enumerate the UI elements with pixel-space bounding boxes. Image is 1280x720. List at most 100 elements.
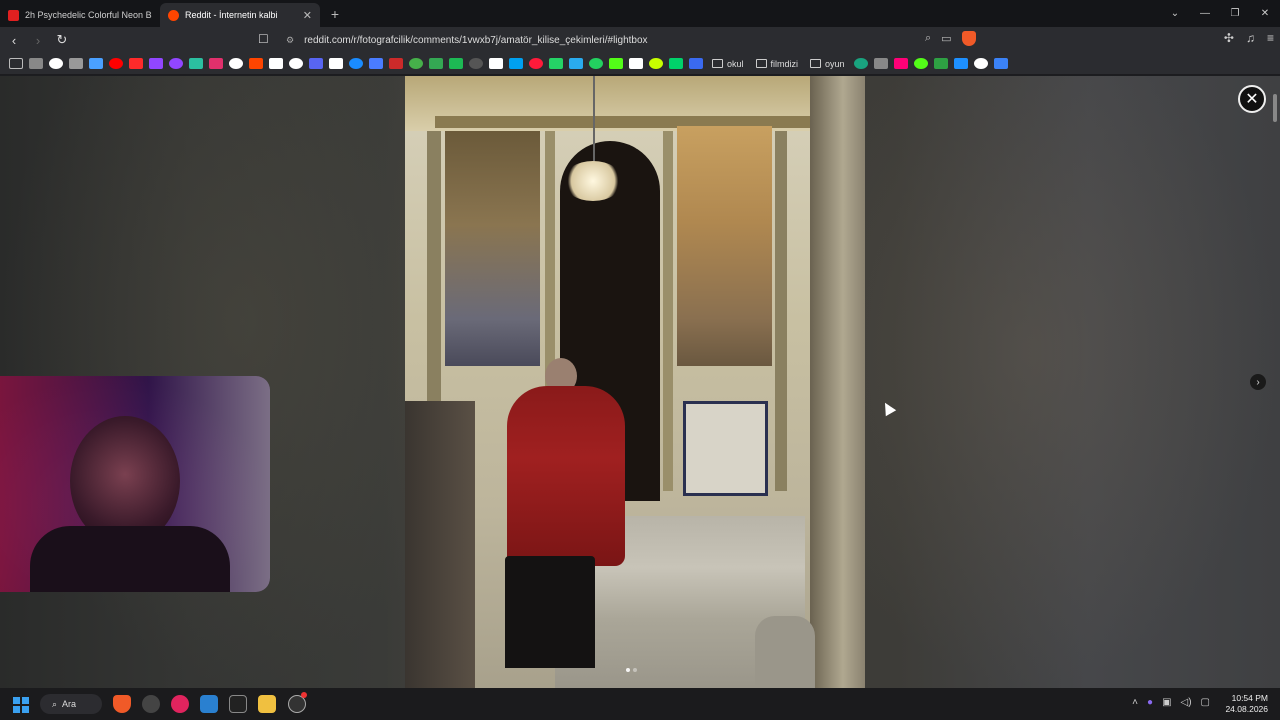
minimize-button[interactable]: —: [1190, 0, 1220, 27]
bookmark-icon[interactable]: [529, 58, 543, 69]
lightbox: ✕ ›: [0, 76, 1280, 688]
folder-icon: [810, 59, 822, 68]
bookmark-icon[interactable]: [169, 58, 183, 69]
clock[interactable]: 10:54 PM 24.08.2026: [1225, 693, 1268, 715]
app-icon[interactable]: [229, 695, 247, 713]
url-text: reddit.com/r/fotografcilik/comments/1vwx…: [304, 34, 648, 46]
bookmark-icon[interactable]: [49, 58, 63, 69]
cast-icon[interactable]: ▭: [941, 32, 951, 45]
tab-close-icon[interactable]: ✕: [303, 9, 312, 22]
photos-icon[interactable]: [200, 695, 218, 713]
bookmark-icon[interactable]: [873, 58, 888, 69]
file-explorer-icon[interactable]: [258, 695, 276, 713]
bookmark-icon[interactable]: [953, 58, 968, 69]
bookmark-folder-oyun[interactable]: oyun: [810, 59, 845, 69]
bookmark-icon[interactable]: [489, 58, 503, 69]
brave-shields-icon[interactable]: [961, 31, 976, 46]
bookmark-icon[interactable]: [649, 58, 663, 69]
folder-icon: [755, 59, 767, 68]
bookmark-icon[interactable]: [289, 58, 303, 69]
bookmark-icon[interactable]: [309, 58, 323, 69]
volume-icon[interactable]: ◁): [1181, 697, 1192, 708]
bookmark-icon[interactable]: [29, 58, 43, 69]
bookmark-icon[interactable]: [933, 58, 948, 69]
tray-chevron-icon[interactable]: ˄: [1132, 697, 1138, 708]
app-icon[interactable]: [142, 695, 160, 713]
scrollbar-thumb[interactable]: [1273, 94, 1277, 122]
zoom-icon[interactable]: ⌕: [925, 32, 931, 45]
tab-title: Reddit - İnternetin kalbi: [185, 10, 278, 20]
tab-reddit[interactable]: Reddit - İnternetin kalbi ✕: [160, 3, 320, 27]
media-player-icon[interactable]: [171, 695, 189, 713]
bookmark-icon[interactable]: [89, 58, 103, 69]
bookmark-folder-label: oyun: [825, 58, 845, 69]
bookmark-icon[interactable]: [109, 58, 123, 69]
bookmark-icon[interactable]: [389, 58, 403, 69]
bookmark-icon[interactable]: [269, 58, 283, 69]
bookmark-icon[interactable]: [509, 58, 523, 69]
blurred-backdrop-right: [865, 76, 1280, 688]
tab-youtube[interactable]: 2h Psychedelic Colorful Neon Backgr: [0, 3, 160, 27]
bookmark-icon[interactable]: [569, 58, 583, 69]
bookmark-folder-label: okul: [727, 58, 744, 69]
menu-icon[interactable]: ≡: [1267, 31, 1274, 45]
bookmark-icon[interactable]: [409, 58, 423, 69]
bookmark-icon[interactable]: [69, 58, 83, 69]
toolbar-right: ✣ ♫ ≡: [1224, 31, 1274, 45]
system-tray: ˄ ● ▣ ◁) ▢: [1132, 697, 1210, 708]
tab-title: 2h Psychedelic Colorful Neon Backgr: [25, 10, 152, 20]
bookmark-icon[interactable]: [229, 58, 243, 69]
bookmark-icon[interactable]: ☐: [258, 32, 272, 47]
bookmark-icon[interactable]: [369, 58, 383, 69]
extensions-icon[interactable]: ✣: [1224, 31, 1234, 45]
restore-button[interactable]: ❐: [1220, 0, 1250, 27]
bookmark-icon[interactable]: [973, 58, 988, 69]
bookmark-icon[interactable]: [893, 58, 908, 69]
bookmark-icon[interactable]: [913, 58, 928, 69]
bookmark-icon[interactable]: [449, 58, 463, 69]
bookmark-icon[interactable]: [429, 58, 443, 69]
carousel-dot[interactable]: [633, 668, 637, 672]
bookmark-folder-filmdizi[interactable]: filmdizi: [755, 59, 798, 69]
bookmark-folder-okul[interactable]: okul: [712, 59, 744, 69]
bookmark-icon[interactable]: [993, 58, 1008, 69]
carousel-dot-active[interactable]: [626, 668, 630, 672]
bookmark-icon[interactable]: [129, 58, 143, 69]
bookmark-icon[interactable]: [689, 58, 703, 69]
bookmark-icon[interactable]: [589, 58, 603, 69]
bookmark-icon[interactable]: [629, 58, 643, 69]
apps-grid-icon[interactable]: [9, 58, 23, 69]
bookmark-icon[interactable]: [549, 58, 563, 69]
notification-icon[interactable]: ▢: [1201, 697, 1210, 708]
tab-search-chevron-icon[interactable]: ⌄: [1160, 0, 1190, 27]
bookmark-icon[interactable]: [329, 58, 343, 69]
scrollbar[interactable]: [1270, 76, 1280, 688]
new-tab-button[interactable]: +: [326, 6, 344, 22]
close-lightbox-button[interactable]: ✕: [1238, 85, 1266, 113]
bookmark-icon[interactable]: [469, 58, 483, 69]
bookmark-icon[interactable]: [349, 58, 363, 69]
bookmark-icon[interactable]: [249, 58, 263, 69]
close-window-button[interactable]: ✕: [1250, 0, 1280, 27]
windows-start-icon[interactable]: [13, 697, 29, 713]
folder-icon: [712, 59, 723, 68]
media-icon[interactable]: ♫: [1246, 31, 1255, 45]
network-icon[interactable]: ▣: [1162, 697, 1171, 708]
address-bar-actions: ⌕ ▭: [925, 31, 976, 46]
next-image-button[interactable]: ›: [1250, 374, 1266, 390]
bookmark-icon[interactable]: [669, 58, 683, 69]
search-label: Ara: [62, 699, 77, 709]
address-bar[interactable]: ⚙ reddit.com/r/fotografcilik/comments/1v…: [280, 30, 1000, 50]
bookmark-icon[interactable]: [149, 58, 163, 69]
brave-browser-icon[interactable]: [113, 695, 131, 713]
bookmark-icon[interactable]: [853, 58, 868, 69]
bookmark-icon[interactable]: [209, 58, 223, 69]
back-button[interactable]: ‹: [4, 33, 24, 48]
bookmark-icon[interactable]: [189, 58, 203, 69]
site-settings-icon[interactable]: ⚙: [286, 35, 294, 46]
reload-button[interactable]: ↻: [52, 32, 72, 48]
microphone-icon[interactable]: ●: [1147, 697, 1153, 708]
forward-button[interactable]: ›: [28, 33, 48, 48]
taskbar-search[interactable]: ⌕ Ara: [40, 694, 102, 714]
bookmark-icon[interactable]: [609, 58, 623, 69]
